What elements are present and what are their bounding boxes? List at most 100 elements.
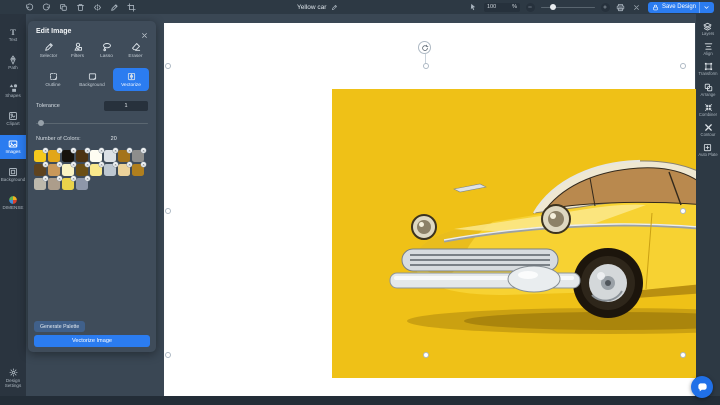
selected-image[interactable] <box>332 89 720 378</box>
palette-swatch[interactable]: × <box>34 178 46 190</box>
right-sidebar-item-auto-plate[interactable]: Auto Plate <box>698 143 717 157</box>
rotate-handle[interactable] <box>418 41 431 54</box>
rotate-icon <box>421 44 429 52</box>
combine-icon <box>704 103 713 112</box>
mode-background[interactable]: Background <box>74 68 110 91</box>
delete-button[interactable] <box>75 2 85 12</box>
palette-swatch[interactable]: × <box>132 164 144 176</box>
palette-swatch[interactable]: × <box>48 178 60 190</box>
palette-swatch[interactable]: × <box>48 150 60 162</box>
tolerance-input[interactable]: 1 <box>104 101 148 111</box>
draw-button[interactable] <box>109 2 119 12</box>
tool-selector[interactable]: Selector <box>35 42 62 59</box>
dimense-icon <box>8 195 18 205</box>
generate-palette-button[interactable]: Generate Palette <box>34 321 85 332</box>
palette-swatch[interactable]: × <box>62 150 74 162</box>
pointer-tool-button[interactable] <box>468 2 478 12</box>
zoom-out-button[interactable] <box>526 3 535 12</box>
remove-color-icon[interactable]: × <box>141 162 146 167</box>
flip-button[interactable] <box>92 2 102 12</box>
selection-handle[interactable] <box>680 352 686 358</box>
selection-handle[interactable] <box>680 63 686 69</box>
mode-label: Background <box>79 83 105 88</box>
remove-color-icon[interactable]: × <box>141 148 146 153</box>
right-sidebar-item-arrange[interactable]: Arrange <box>701 83 716 97</box>
auto-plate-icon <box>703 143 712 152</box>
tool-lasso[interactable]: Lasso <box>93 42 120 59</box>
palette-swatch[interactable]: × <box>132 150 144 162</box>
slider-thumb[interactable] <box>38 120 44 126</box>
crop-button[interactable] <box>126 2 136 12</box>
palette-swatch[interactable]: × <box>48 164 60 176</box>
sidebar-item-shapes[interactable]: Shapes <box>0 79 26 103</box>
palette-swatch[interactable]: × <box>90 150 102 162</box>
car-image[interactable] <box>384 149 720 349</box>
tool-label: Selector <box>40 54 58 59</box>
sidebar-item-design-settings[interactable]: Design Settings <box>0 368 26 388</box>
chevron-down-icon[interactable] <box>703 4 710 11</box>
selection-handle[interactable] <box>423 63 429 69</box>
vectorize-image-button[interactable]: Vectorize Image <box>34 335 150 347</box>
sidebar-item-path[interactable]: Path <box>0 51 26 75</box>
selection-handle[interactable] <box>680 208 686 214</box>
close-editor-button[interactable] <box>632 2 642 12</box>
selection-handle[interactable] <box>423 352 429 358</box>
palette-swatch[interactable]: × <box>118 150 130 162</box>
palette-swatch[interactable]: × <box>104 164 116 176</box>
sidebar-item-label: Background <box>1 178 26 183</box>
palette-swatch[interactable]: × <box>90 164 102 176</box>
design-canvas[interactable] <box>164 23 695 396</box>
right-sidebar-item-label: Contour <box>701 133 716 137</box>
panel-close-button[interactable] <box>140 27 148 35</box>
selection-handle[interactable] <box>165 63 171 69</box>
tolerance-slider[interactable] <box>36 119 148 127</box>
palette-swatch[interactable]: × <box>34 150 46 162</box>
print-button[interactable] <box>616 2 626 12</box>
palette-swatch[interactable]: × <box>76 164 88 176</box>
zoom-in-button[interactable] <box>601 3 610 12</box>
minus-icon <box>527 4 533 10</box>
tool-eraser[interactable]: Eraser <box>122 42 149 59</box>
mode-vectorize[interactable]: Vectorize <box>113 68 149 91</box>
right-sidebar-item-transform[interactable]: Transform <box>699 62 718 76</box>
zoom-input[interactable]: 100 % <box>484 3 520 12</box>
selection-handle[interactable] <box>165 352 171 358</box>
duplicate-button[interactable] <box>58 2 68 12</box>
arrange-icon <box>704 83 713 92</box>
right-sidebar-item-combiner[interactable]: Combiner <box>699 103 717 117</box>
sidebar-item-dimense[interactable]: DIMENSE <box>0 191 26 215</box>
save-design-button[interactable]: Save Design <box>648 2 714 13</box>
undo-button[interactable] <box>24 2 34 12</box>
selection-handle[interactable] <box>165 208 171 214</box>
outline-icon <box>49 72 58 81</box>
images-icon <box>8 139 18 149</box>
sidebar-item-label: Text <box>9 38 17 43</box>
palette-swatch[interactable]: × <box>76 150 88 162</box>
right-sidebar-item-contour[interactable]: Contour <box>701 123 716 137</box>
palette-swatch[interactable]: × <box>34 164 46 176</box>
transform-icon <box>704 62 713 71</box>
left-sidebar: TText Path Shapes Clipart Images Background DI… <box>0 14 26 396</box>
zoom-slider[interactable] <box>541 3 595 11</box>
redo-button[interactable] <box>41 2 51 12</box>
palette-swatch[interactable]: × <box>76 178 88 190</box>
palette-swatch[interactable]: × <box>62 178 74 190</box>
palette-swatch[interactable]: × <box>118 164 130 176</box>
printer-icon <box>616 3 625 12</box>
chat-button[interactable] <box>691 376 713 398</box>
background-mode-icon <box>88 72 97 81</box>
tool-filters[interactable]: Filters <box>64 42 91 59</box>
right-sidebar-item-align[interactable]: Align <box>703 42 712 56</box>
palette-swatch[interactable]: × <box>62 164 74 176</box>
sidebar-item-text[interactable]: TText <box>0 23 26 47</box>
right-sidebar-item-layers[interactable]: Layers <box>702 22 715 36</box>
remove-color-icon[interactable]: × <box>85 176 90 181</box>
sidebar-item-images[interactable]: Images <box>0 135 26 159</box>
slider-thumb[interactable] <box>550 4 556 10</box>
palette-swatch[interactable]: × <box>104 150 116 162</box>
sidebar-item-clipart[interactable]: Clipart <box>0 107 26 131</box>
edit-icon <box>331 4 338 11</box>
rename-button[interactable] <box>330 3 338 11</box>
mode-outline[interactable]: Outline <box>35 68 71 91</box>
sidebar-item-background[interactable]: Background <box>0 163 26 187</box>
